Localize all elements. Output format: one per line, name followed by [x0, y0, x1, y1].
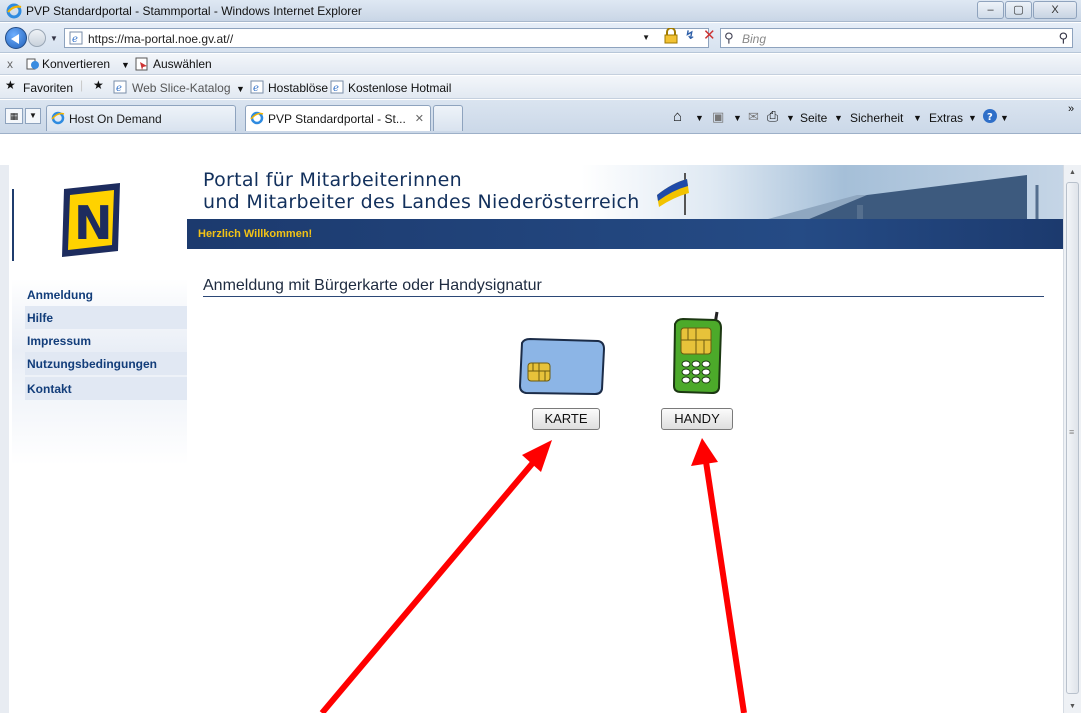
- favorites-link-hostabloese[interactable]: Hostablöse: [268, 81, 328, 95]
- lock-icon[interactable]: [664, 27, 678, 47]
- scroll-down-icon[interactable]: ▼: [1069, 703, 1076, 710]
- svg-text:e: e: [72, 34, 78, 45]
- favorites-star-icon[interactable]: ★: [5, 78, 16, 92]
- sidebar-item-nutzungsbedingungen[interactable]: Nutzungsbedingungen: [25, 352, 187, 375]
- scroll-grip-icon: ≡: [1069, 427, 1075, 437]
- close-toolbar-button[interactable]: x: [7, 57, 13, 71]
- extras-dropdown-icon[interactable]: ▼: [968, 113, 977, 123]
- banner-title-line2: und Mitarbeiter des Landes Niederösterre…: [203, 191, 640, 213]
- convert-icon: [26, 57, 40, 74]
- svg-text:?: ?: [987, 112, 993, 123]
- favorites-link-hotmail[interactable]: Kostenlose Hotmail: [348, 81, 451, 95]
- favorites-bar: ★ Favoriten | ★ e Web Slice-Katalog ▼ e …: [0, 76, 1081, 99]
- maximize-button[interactable]: ▢: [1005, 1, 1032, 19]
- stop-icon[interactable]: ✕: [703, 26, 716, 44]
- extras-menu[interactable]: Extras: [929, 111, 963, 125]
- toolbar-overflow-icon[interactable]: »: [1068, 103, 1074, 115]
- back-button[interactable]: [5, 27, 27, 49]
- karte-button[interactable]: KARTE: [532, 408, 600, 430]
- home-dropdown-icon[interactable]: ▼: [695, 113, 704, 123]
- heading-divider: [203, 296, 1044, 297]
- scroll-up-icon[interactable]: ▲: [1069, 169, 1076, 176]
- banner-title: Portal für Mitarbeiterinnen und Mitarbei…: [203, 169, 640, 213]
- window-titlebar: PVP Standardportal - Stammportal - Windo…: [0, 0, 1081, 22]
- tab-list-button[interactable]: ▼: [25, 108, 41, 124]
- home-icon[interactable]: ⌂: [673, 108, 682, 125]
- select-icon: [135, 57, 149, 74]
- citizen-card-image[interactable]: [516, 335, 606, 400]
- window-title: PVP Standardportal - Stammportal - Windo…: [26, 4, 362, 18]
- portal-banner: Portal für Mitarbeiterinnen und Mitarbei…: [187, 165, 1063, 249]
- mail-icon[interactable]: ✉: [748, 109, 759, 125]
- sidebar-item-anmeldung[interactable]: Anmeldung: [25, 283, 187, 306]
- quick-tabs-button[interactable]: ▦: [5, 108, 23, 124]
- refresh-icon[interactable]: ↯: [685, 28, 695, 42]
- frame-border: [0, 165, 9, 713]
- search-icon[interactable]: ⚲: [1058, 30, 1068, 46]
- vertical-scrollbar[interactable]: ▲ ≡ ▼: [1063, 165, 1081, 713]
- tab-label: Host On Demand: [69, 112, 162, 126]
- sidebar-item-kontakt[interactable]: Kontakt: [25, 377, 187, 400]
- scroll-thumb[interactable]: [1066, 182, 1079, 694]
- page-heading: Anmeldung mit Bürgerkarte oder Handysign…: [203, 277, 542, 294]
- mobile-phone-image[interactable]: [667, 310, 727, 399]
- history-dropdown-icon[interactable]: ▼: [50, 34, 58, 43]
- svg-text:e: e: [116, 83, 122, 94]
- feeds-icon[interactable]: ▣: [712, 109, 724, 125]
- security-menu[interactable]: Sicherheit: [850, 111, 903, 125]
- tab-pvp-standardportal[interactable]: PVP Standardportal - St... ✕: [245, 105, 431, 131]
- favorites-link-web-slice[interactable]: Web Slice-Katalog: [132, 81, 231, 95]
- favorites-button[interactable]: Favoriten: [23, 81, 73, 95]
- ie-logo-icon: [6, 3, 22, 22]
- new-tab-button[interactable]: [433, 105, 463, 131]
- close-window-button[interactable]: X: [1033, 1, 1077, 19]
- sidebar-accent-bar: [12, 189, 14, 261]
- hostabloese-ie-icon: e: [250, 80, 264, 97]
- svg-text:e: e: [333, 83, 339, 94]
- logo-letter: N: [74, 196, 113, 250]
- welcome-bar: Herzlich Willkommen!: [187, 219, 1063, 249]
- search-placeholder: Bing: [742, 32, 767, 46]
- tab-bar: ▦ ▼ Host On Demand PVP Standardportal - …: [0, 100, 1081, 134]
- address-input[interactable]: e https://ma-portal.noe.gv.at// ▼: [64, 28, 709, 48]
- sidebar-item-hilfe[interactable]: Hilfe: [25, 306, 187, 329]
- web-slice-ie-icon: e: [113, 80, 127, 97]
- help-dropdown-icon[interactable]: ▼: [1000, 113, 1009, 123]
- page-ie-icon: e: [69, 31, 83, 48]
- help-icon[interactable]: ?: [982, 108, 998, 127]
- tab-ie-icon: [250, 111, 264, 128]
- print-dropdown-icon[interactable]: ▼: [786, 113, 795, 123]
- banner-title-line1: Portal für Mitarbeiterinnen: [203, 169, 462, 191]
- noe-logo[interactable]: N: [58, 183, 126, 257]
- select-button[interactable]: Auswählen: [153, 57, 212, 71]
- url-text[interactable]: https://ma-portal.noe.gv.at//: [88, 32, 233, 46]
- divider: |: [80, 78, 84, 92]
- svg-text:e: e: [253, 83, 259, 94]
- welcome-text: Herzlich Willkommen!: [198, 228, 313, 240]
- hotmail-ie-icon: e: [330, 80, 344, 97]
- address-dropdown-icon[interactable]: ▼: [642, 33, 650, 42]
- minimize-button[interactable]: –: [977, 1, 1004, 19]
- convert-dropdown-icon[interactable]: ▼: [121, 60, 130, 70]
- command-bar: x Konvertieren ▼ Auswählen: [0, 54, 1081, 75]
- search-provider-icon: ⚲: [724, 30, 734, 45]
- add-favorites-icon[interactable]: ★: [93, 78, 104, 92]
- page-menu[interactable]: Seite: [800, 111, 827, 125]
- print-icon[interactable]: ⎙: [767, 108, 778, 125]
- search-input[interactable]: ⚲ Bing ⚲: [720, 28, 1073, 48]
- tab-label: PVP Standardportal - St...: [268, 112, 406, 126]
- close-tab-icon[interactable]: ✕: [415, 112, 424, 125]
- feeds-dropdown-icon[interactable]: ▼: [733, 113, 742, 123]
- handy-button[interactable]: HANDY: [661, 408, 733, 430]
- security-dropdown-icon[interactable]: ▼: [913, 113, 922, 123]
- sidebar-item-impressum[interactable]: Impressum: [25, 329, 187, 352]
- page-dropdown-icon[interactable]: ▼: [834, 113, 843, 123]
- tab-host-on-demand[interactable]: Host On Demand: [46, 105, 236, 131]
- convert-menu[interactable]: Konvertieren: [42, 57, 110, 71]
- forward-button[interactable]: [28, 29, 46, 47]
- web-slice-dropdown-icon[interactable]: ▼: [236, 84, 245, 94]
- tab-ie-icon: [51, 111, 65, 128]
